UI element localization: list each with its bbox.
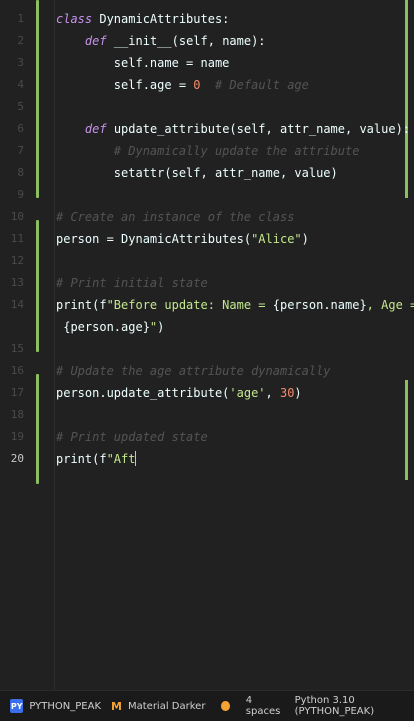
code-token: DynamicAttributes: <box>92 12 230 26</box>
code-token: def <box>84 34 107 48</box>
text-caret <box>135 451 137 466</box>
line-number: 1 <box>17 12 24 25</box>
line-number: 13 <box>10 276 24 289</box>
scrollbar-change-marker[interactable] <box>405 0 408 198</box>
code-line[interactable]: # Print updated state <box>56 426 208 448</box>
code-line[interactable]: person = DynamicAttributes("Alice") <box>56 228 309 250</box>
code-token: person.update_attribute( <box>56 386 230 400</box>
code-line[interactable]: # Print initial state <box>56 272 208 294</box>
code-token: 'age' <box>229 386 266 400</box>
code-token: class <box>56 12 93 26</box>
code-token: def <box>84 122 107 136</box>
theme-name[interactable]: Material Darker <box>128 701 205 712</box>
code-line[interactable]: person.update_attribute('age', 30) <box>56 382 302 404</box>
line-number: 16 <box>10 364 24 377</box>
code-token: ) <box>301 232 309 246</box>
status-bar: PY PYTHON_PEAK M Material Darker 4 space… <box>0 690 414 721</box>
code-line[interactable]: self.name = name <box>56 52 230 74</box>
code-token: # Print updated state <box>56 430 208 444</box>
code-token: "Before update: Name = <box>106 298 273 312</box>
line-number: 3 <box>17 56 24 69</box>
line-number: 20 <box>10 452 24 465</box>
code-token: print(f <box>56 298 107 312</box>
code-token: 30 <box>279 386 295 400</box>
vcs-change-marker-lines-16-20[interactable] <box>36 374 39 484</box>
code-editor[interactable]: 1 2 3 4 5 6 7 8 9 10 11 12 13 14 15 16 17 18 19 20 class Dy… <box>0 0 414 690</box>
line-number: 5 <box>17 100 24 113</box>
code-token: "Alice" <box>251 232 302 246</box>
line-number: 12 <box>10 254 24 267</box>
code-token: self.name = name <box>56 56 230 70</box>
line-number: 6 <box>17 122 24 135</box>
code-token: # Create an instance of the class <box>56 210 295 224</box>
gutter-divider <box>54 0 55 690</box>
code-line[interactable]: def __init__(self, name): <box>56 30 266 52</box>
code-line[interactable]: print(f"Before update: Name = {person.na… <box>56 294 414 316</box>
code-token: person = DynamicAttributes( <box>56 232 252 246</box>
line-number: 9 <box>17 188 24 201</box>
line-number: 15 <box>10 342 24 355</box>
code-line[interactable]: # Update the age attribute dynamically <box>56 360 331 382</box>
code-token: , Age = <box>366 298 414 312</box>
code-token: __init__(self, name): <box>106 34 266 48</box>
project-name[interactable]: PYTHON_PEAK <box>29 701 101 712</box>
code-token: ) <box>294 386 302 400</box>
code-token: , <box>265 386 280 400</box>
indent-setting[interactable]: 4 spaces <box>246 695 283 717</box>
python-interpreter[interactable]: Python 3.10 (PYTHON_PEAK) <box>295 695 414 717</box>
code-line[interactable]: {person.age}") <box>56 316 164 338</box>
code-token: {person.age} <box>56 320 150 334</box>
code-line[interactable]: # Dynamically update the attribute <box>56 140 360 162</box>
code-line[interactable]: def update_attribute(self, attr_name, va… <box>56 118 410 140</box>
notification-icon[interactable] <box>221 701 230 711</box>
code-token: # Dynamically update the attribute <box>56 144 360 158</box>
code-token: # Print initial state <box>56 276 208 290</box>
line-number: 17 <box>10 386 24 399</box>
line-number: 2 <box>17 34 24 47</box>
code-token: # Update the age attribute dynamically <box>56 364 331 378</box>
code-token: 0 <box>193 78 201 92</box>
code-line[interactable]: # Create an instance of the class <box>56 206 294 228</box>
code-token: ) <box>157 320 165 334</box>
line-number: 7 <box>17 144 24 157</box>
line-number: 10 <box>10 210 24 223</box>
vcs-change-marker-lines-1-8[interactable] <box>36 0 39 198</box>
code-token: # Default age <box>200 78 309 92</box>
line-number: 4 <box>17 78 24 91</box>
code-line[interactable]: print(f"Aft <box>56 448 137 470</box>
code-token: print(f <box>56 452 107 466</box>
code-token: setattr(self, attr_name, value) <box>56 166 338 180</box>
code-token: self.age = <box>56 78 194 92</box>
code-line[interactable]: setattr(self, attr_name, value) <box>56 162 338 184</box>
material-theme-icon: M <box>111 699 122 713</box>
line-number: 8 <box>17 166 24 179</box>
line-number: 18 <box>10 408 24 421</box>
scrollbar-change-marker[interactable] <box>405 380 408 480</box>
code-token: {person.name} <box>272 298 367 312</box>
line-number: 14 <box>10 298 24 311</box>
line-number-gutter: 1 2 3 4 5 6 7 8 9 10 11 12 13 14 15 16 17 18 19 20 <box>0 0 32 690</box>
code-line[interactable]: self.age = 0 # Default age <box>56 74 309 96</box>
code-line[interactable]: class DynamicAttributes: <box>56 8 229 30</box>
line-number: 19 <box>10 430 24 443</box>
code-token: update_attribute(self, attr_name, value)… <box>106 122 411 136</box>
vcs-change-marker-lines-10-14[interactable] <box>36 220 39 352</box>
code-token: "Aft <box>106 452 136 466</box>
line-number: 11 <box>10 232 24 245</box>
project-python-icon: PY <box>10 699 24 713</box>
